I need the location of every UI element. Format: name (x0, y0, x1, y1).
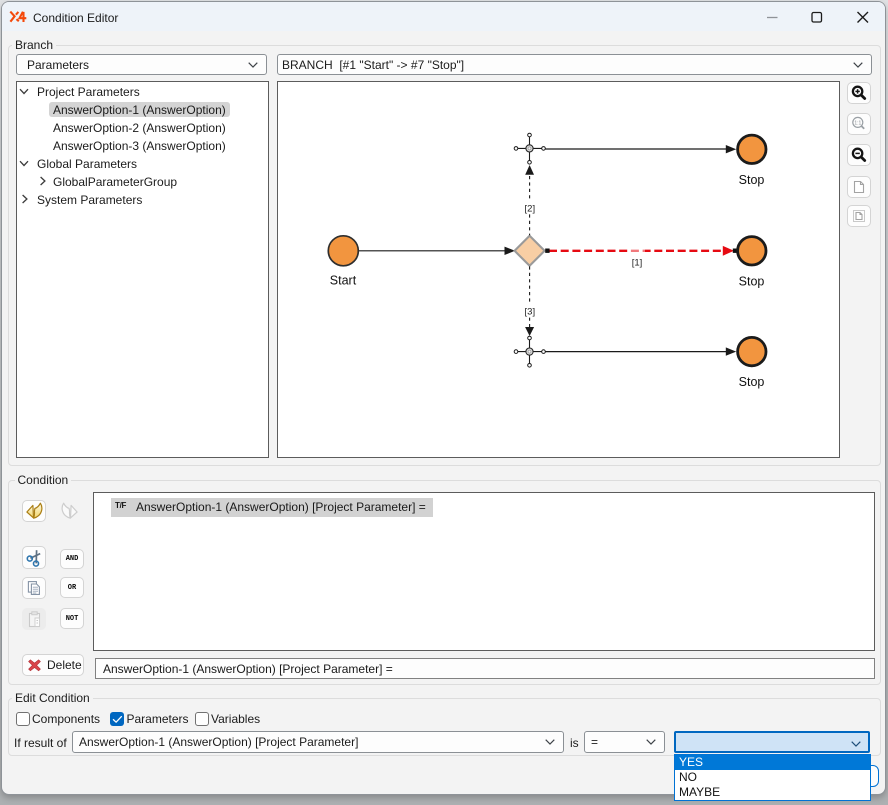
svg-text:[2]: [2] (525, 203, 536, 214)
svg-text:1:1: 1:1 (854, 120, 861, 126)
svg-text:[1]: [1] (632, 258, 643, 269)
svg-text:[3]: [3] (525, 306, 536, 317)
svg-text:Stop: Stop (739, 275, 765, 289)
svg-text:Stop: Stop (739, 173, 765, 187)
svg-text:Stop: Stop (739, 375, 765, 389)
svg-text:Start: Start (330, 274, 357, 288)
